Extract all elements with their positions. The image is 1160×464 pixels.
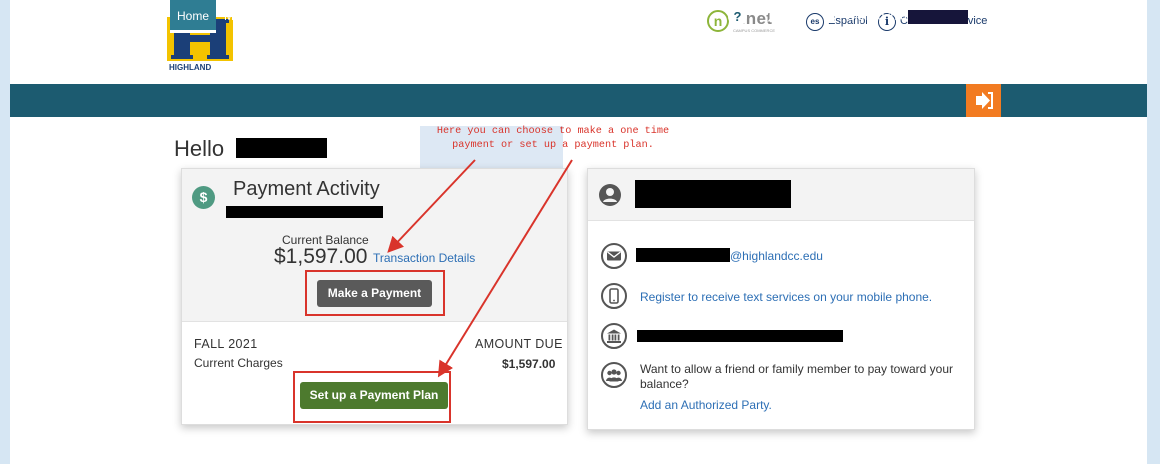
mobile-phone-icon	[601, 283, 627, 309]
page: HIGHLAND n elnet CAMPUS COMMERCE es Espa…	[10, 0, 1147, 464]
lock-icon	[824, 9, 834, 23]
register-text-services-link[interactable]: Register to receive text services on you…	[640, 290, 932, 304]
authorized-party-text: Want to allow a friend or family member …	[640, 362, 954, 391]
divider	[182, 321, 567, 322]
language-icon[interactable]: es	[806, 13, 824, 31]
bank-icon	[601, 323, 627, 349]
user-icon	[599, 184, 621, 206]
make-payment-button[interactable]: Make a Payment	[317, 280, 432, 307]
email-icon	[601, 243, 627, 269]
redacted-name	[236, 138, 327, 158]
nav-financial-accounts[interactable]: Financial Accounts	[294, 0, 394, 33]
nelnet-n-icon: n	[707, 10, 729, 32]
help-icon[interactable]: ?	[728, 7, 747, 26]
amount-due-label: AMOUNT DUE	[475, 337, 563, 351]
annotation-text: Here you can choose to make a one time p…	[436, 126, 670, 151]
add-authorized-party-link[interactable]: Add an Authorized Party.	[640, 398, 772, 412]
brand-subtitle: CAMPUS COMMERCE	[733, 28, 776, 33]
redacted-account	[226, 206, 383, 218]
bell-icon[interactable]	[766, 7, 784, 26]
current-charges-label: Current Charges	[194, 356, 283, 370]
dollar-icon: $	[192, 186, 215, 209]
group-icon	[601, 362, 627, 388]
redacted-email	[636, 248, 730, 262]
payment-activity-title: Payment Activity	[233, 178, 380, 200]
logout-button[interactable]	[966, 84, 1001, 117]
transaction-details-link[interactable]: Transaction Details	[373, 251, 475, 265]
greeting: Hello	[174, 136, 225, 161]
nav-my-profile[interactable]: My Profile	[224, 0, 277, 33]
logo-subtext: HIGHLAND	[169, 63, 211, 72]
nav-home[interactable]: Home	[170, 0, 216, 33]
redacted-username	[908, 10, 968, 24]
amount-due-value: $1,597.00	[502, 357, 556, 371]
payment-plan-button[interactable]: Set up a Payment Plan	[300, 382, 448, 409]
term-label: FALL 2021	[194, 337, 258, 351]
sign-out-icon	[976, 92, 993, 109]
redacted-bank-info	[637, 330, 843, 342]
email-domain-link[interactable]: @highlandcc.edu	[730, 249, 823, 263]
signed-in-label: Signed in as	[847, 9, 914, 23]
redacted-student-name	[635, 180, 791, 208]
current-balance-amount: $1,597.00	[274, 245, 368, 268]
